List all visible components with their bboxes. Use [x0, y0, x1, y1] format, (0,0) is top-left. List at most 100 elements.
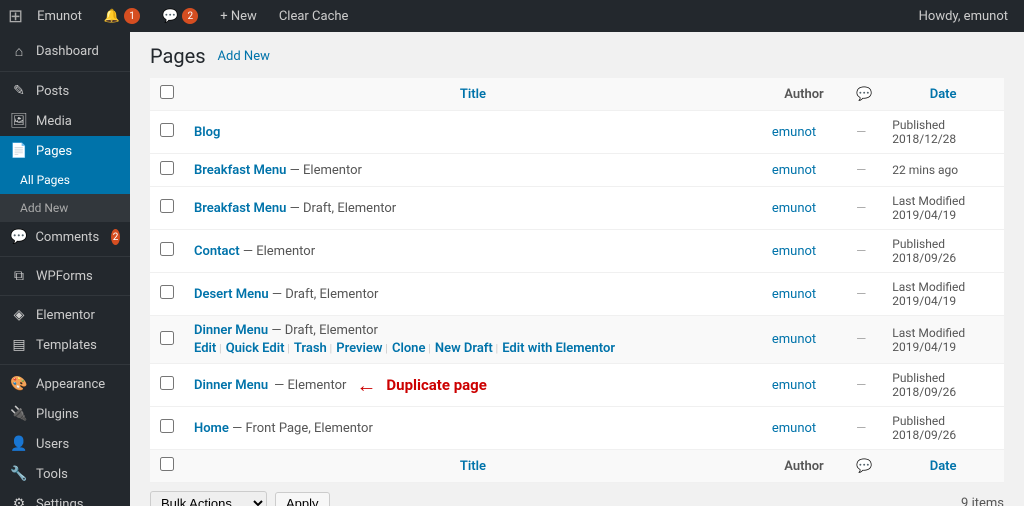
- adminbar-comments[interactable]: 💬 2: [154, 0, 206, 32]
- sidebar-label-wpforms: WPForms: [36, 269, 93, 284]
- date-status: Published: [892, 237, 994, 251]
- action-clone[interactable]: Clone: [392, 341, 426, 356]
- sidebar-item-all-pages[interactable]: All Pages: [0, 166, 130, 194]
- table-row: Home — Front Page, Elementor emunot — Pu…: [150, 407, 1004, 450]
- sidebar-item-plugins[interactable]: 🔌 Plugins: [0, 399, 130, 429]
- page-title: Pages: [150, 44, 206, 68]
- author-link[interactable]: emunot: [772, 125, 816, 140]
- comment-count: —: [856, 378, 866, 393]
- page-title-link[interactable]: Home: [194, 421, 229, 436]
- row-checkbox[interactable]: [160, 161, 174, 175]
- sidebar: ⌂ Dashboard ✎ Posts 🖼 Media 📄 Pages All …: [0, 32, 130, 506]
- date-value: 2018/09/26: [892, 428, 956, 442]
- page-status-tag: — Elementor: [290, 163, 362, 178]
- action-preview[interactable]: Preview: [336, 341, 382, 356]
- sidebar-item-templates[interactable]: ▤ Templates: [0, 330, 130, 360]
- comments-header: 💬: [846, 78, 882, 111]
- table-header-row: Title Author 💬 Date: [150, 78, 1004, 111]
- author-link[interactable]: emunot: [772, 244, 816, 259]
- page-title-link[interactable]: Dinner Menu: [194, 378, 268, 393]
- row-checkbox[interactable]: [160, 376, 174, 390]
- sidebar-item-settings[interactable]: ⚙ Settings: [0, 489, 130, 506]
- author-link[interactable]: emunot: [772, 421, 816, 436]
- page-title-link[interactable]: Breakfast Menu: [194, 201, 286, 216]
- table-row: Desert Menu — Draft, Elementor emunot — …: [150, 273, 1004, 316]
- add-new-link[interactable]: Add New: [218, 49, 270, 64]
- author-header: Author: [762, 78, 846, 111]
- row-checkbox[interactable]: [160, 331, 174, 345]
- row-checkbox[interactable]: [160, 199, 174, 213]
- sidebar-label-comments: Comments: [35, 230, 99, 245]
- add-new-label: Add New: [20, 201, 68, 215]
- tablenav-bottom: Bulk Actions Edit Move to Trash Apply 9 …: [150, 483, 1004, 506]
- sidebar-item-appearance[interactable]: 🎨 Appearance: [0, 369, 130, 399]
- sidebar-item-dashboard[interactable]: ⌂ Dashboard: [0, 36, 130, 67]
- page-title-link[interactable]: Contact: [194, 244, 240, 259]
- row-checkbox[interactable]: [160, 242, 174, 256]
- page-status-tag: — Draft, Elementor: [290, 201, 397, 216]
- page-title-wrap: Pages Add New: [150, 44, 1004, 68]
- page-title-link[interactable]: Desert Menu: [194, 287, 269, 302]
- sidebar-item-users[interactable]: 👤 Users: [0, 429, 130, 459]
- select-all-bottom-checkbox[interactable]: [160, 457, 174, 471]
- sidebar-label-elementor: Elementor: [36, 308, 95, 323]
- select-all-checkbox[interactable]: [160, 85, 174, 99]
- sidebar-item-elementor[interactable]: ◈ Elementor: [0, 300, 130, 330]
- sidebar-label-posts: Posts: [36, 84, 69, 99]
- sidebar-label-settings: Settings: [36, 497, 83, 506]
- row-checkbox[interactable]: [160, 285, 174, 299]
- adminbar-site[interactable]: Emunot: [29, 0, 90, 32]
- page-status-tag: — Front Page, Elementor: [232, 421, 373, 436]
- dashboard-icon: ⌂: [10, 43, 28, 60]
- pages-icon: 📄: [10, 143, 28, 159]
- date-status: Last Modified: [892, 280, 994, 294]
- action-trash[interactable]: Trash: [294, 341, 327, 356]
- adminbar-clear-cache[interactable]: Clear Cache: [271, 0, 357, 32]
- action-quick-edit[interactable]: Quick Edit: [226, 341, 285, 356]
- comment-count: —: [856, 287, 866, 302]
- row-actions: Edit Quick Edit Trash Preview Clone New …: [194, 341, 752, 356]
- title-footer-link[interactable]: Title: [460, 459, 486, 474]
- author-link[interactable]: emunot: [772, 378, 816, 393]
- sidebar-item-pages[interactable]: 📄 Pages: [0, 136, 130, 166]
- comments-badge: 2: [182, 8, 198, 24]
- title-header-link[interactable]: Title: [460, 87, 486, 102]
- page-title-link[interactable]: Breakfast Menu: [194, 163, 286, 178]
- page-title-link[interactable]: Blog: [194, 125, 220, 140]
- table-row: Breakfast Menu — Draft, Elementor emunot…: [150, 187, 1004, 230]
- adminbar-howdy[interactable]: Howdy, emunot: [911, 0, 1016, 32]
- comment-count: —: [856, 421, 866, 436]
- date-value: 2018/09/26: [892, 385, 956, 399]
- adminbar-updates[interactable]: 🔔 1: [96, 0, 148, 32]
- date-footer-link[interactable]: Date: [930, 459, 957, 474]
- row-checkbox[interactable]: [160, 123, 174, 137]
- updates-badge: 1: [124, 8, 140, 24]
- adminbar-new[interactable]: + New: [212, 0, 265, 32]
- page-title-link[interactable]: Dinner Menu: [194, 323, 268, 338]
- sidebar-item-add-new[interactable]: Add New: [0, 194, 130, 222]
- action-new-draft[interactable]: New Draft: [435, 341, 493, 356]
- apply-button[interactable]: Apply: [275, 492, 330, 506]
- duplicate-annotation: Duplicate page: [386, 376, 486, 394]
- sidebar-label-plugins: Plugins: [36, 407, 79, 422]
- row-checkbox[interactable]: [160, 419, 174, 433]
- sidebar-item-wpforms[interactable]: ⧉ WPForms: [0, 261, 130, 291]
- sidebar-item-tools[interactable]: 🔧 Tools: [0, 459, 130, 489]
- author-link[interactable]: emunot: [772, 201, 816, 216]
- wpforms-icon: ⧉: [10, 268, 28, 284]
- author-link[interactable]: emunot: [772, 287, 816, 302]
- date-value: 2018/09/26: [892, 251, 956, 265]
- author-link[interactable]: emunot: [772, 332, 816, 347]
- sidebar-item-posts[interactable]: ✎ Posts: [0, 76, 130, 106]
- bulk-actions-select[interactable]: Bulk Actions Edit Move to Trash: [150, 491, 267, 506]
- action-edit-elementor[interactable]: Edit with Elementor: [502, 341, 615, 356]
- table-footer-row: Title Author 💬 Date: [150, 450, 1004, 483]
- action-edit[interactable]: Edit: [194, 341, 216, 356]
- all-pages-label: All Pages: [20, 173, 70, 187]
- sidebar-item-media[interactable]: 🖼 Media: [0, 106, 130, 136]
- date-status: Last Modified: [892, 194, 994, 208]
- author-link[interactable]: emunot: [772, 163, 816, 178]
- date-value: 22 mins ago: [892, 163, 958, 177]
- date-header-link[interactable]: Date: [930, 87, 957, 102]
- sidebar-item-comments[interactable]: 💬 Comments 2: [0, 222, 130, 252]
